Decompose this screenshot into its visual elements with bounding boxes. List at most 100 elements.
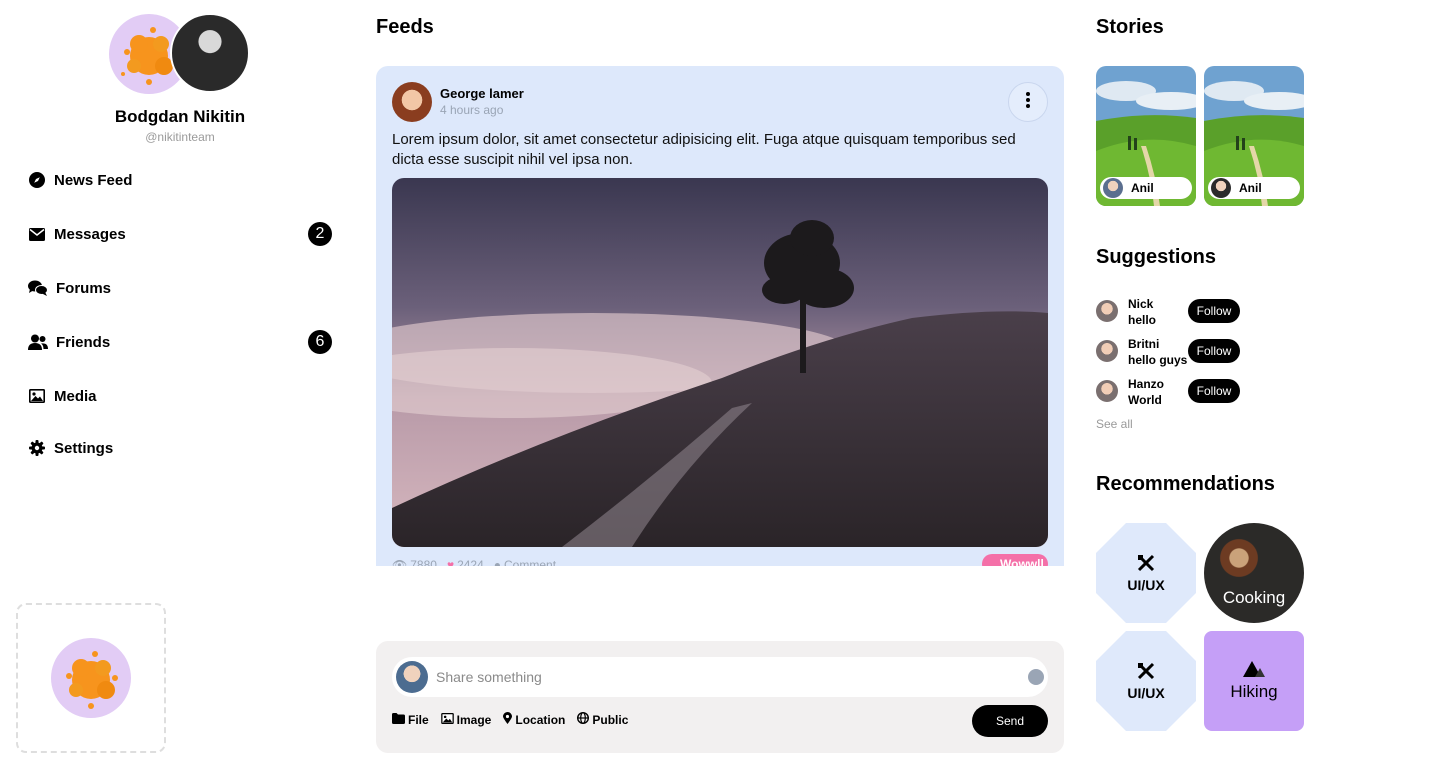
image-label: Image xyxy=(456,712,492,727)
emoji-icon[interactable] xyxy=(1028,669,1044,685)
wow-reaction-tag[interactable]: Wowwll xyxy=(982,554,1048,566)
story-card[interactable]: Anil xyxy=(1204,66,1304,206)
nav-item-forums[interactable]: Forums xyxy=(28,274,338,302)
send-button[interactable]: Send xyxy=(972,705,1048,737)
mountain-icon xyxy=(1243,660,1265,682)
comment-label: Comment xyxy=(504,558,557,566)
suggestion-name-line2: hello xyxy=(1128,313,1157,327)
suggestion-avatar[interactable] xyxy=(1096,340,1118,362)
post-card: George lamer 4 hours ago Lorem ipsum dol… xyxy=(376,66,1064,566)
nav-label: Forums xyxy=(56,279,112,297)
recommendation-tile-uiux[interactable]: UI/UX xyxy=(1096,523,1196,623)
add-location-button[interactable]: Location xyxy=(503,712,565,727)
recommendation-label: Cooking xyxy=(1222,588,1286,607)
story-label: Anil xyxy=(1100,177,1192,199)
share-input[interactable] xyxy=(436,665,1016,689)
recommendation-label: Hiking xyxy=(1230,681,1278,701)
nav-label: Settings xyxy=(54,439,114,457)
stories-title: Stories xyxy=(1096,16,1164,38)
pen-tools-icon xyxy=(1137,554,1155,577)
nav-label: Media xyxy=(54,387,97,405)
nav-item-news-feed[interactable]: News Feed xyxy=(28,166,338,194)
suggestion-name[interactable]: Hanzo World xyxy=(1128,376,1164,408)
composer-avatar xyxy=(396,661,428,693)
post-text: Lorem ipsum dolor, sit amet consectetur … xyxy=(392,131,1016,168)
attach-image-button[interactable]: Image xyxy=(440,712,492,727)
suggestion-name-line2: World xyxy=(1128,393,1162,407)
post-composer: File Image Location Public Send xyxy=(376,641,1064,753)
recommendations-title: Recommendations xyxy=(1096,473,1275,495)
feeds-title: Feeds xyxy=(376,16,434,38)
story-author-name: Anil xyxy=(1131,181,1154,195)
composer-input-wrap xyxy=(392,657,1048,697)
suggestion-item: Nick hello Follow xyxy=(1096,296,1246,328)
friends-count-badge: 6 xyxy=(308,330,332,354)
avatar-upload-box[interactable] xyxy=(16,603,166,753)
suggestion-name[interactable]: Nick hello xyxy=(1128,296,1156,328)
post-stats: 👁 7880 ♥ 2424 ● Comment xyxy=(392,558,556,566)
comment-icon: ● xyxy=(493,558,502,566)
suggestion-avatar[interactable] xyxy=(1096,380,1118,402)
nav-label: Friends xyxy=(56,333,111,351)
follow-button[interactable]: Follow xyxy=(1188,339,1240,363)
heart-icon: ♥ xyxy=(446,558,455,566)
likes-stat[interactable]: ♥ 2424 xyxy=(447,558,484,566)
post-author-avatar[interactable] xyxy=(392,82,432,122)
post-menu-button[interactable] xyxy=(1008,82,1048,122)
see-all-link[interactable]: See all xyxy=(1096,417,1133,431)
nav-item-messages[interactable]: Messages 2 xyxy=(28,220,338,248)
suggestion-name-line1: Britni xyxy=(1128,337,1160,351)
compass-icon xyxy=(28,171,46,189)
profile-name: Bodgdan Nikitin xyxy=(114,107,246,126)
suggestion-name-line1: Nick xyxy=(1128,297,1154,311)
suggestion-name-line2: hello guys xyxy=(1128,353,1188,367)
nav-label: News Feed xyxy=(54,171,133,189)
splash-avatar-preview xyxy=(51,638,131,718)
users-icon xyxy=(28,333,48,351)
recommendation-label: UI/UX xyxy=(1127,576,1165,593)
post-image[interactable] xyxy=(392,178,1048,547)
globe-icon xyxy=(577,711,590,727)
eye-icon: 👁 xyxy=(392,558,408,566)
comment-stat[interactable]: ● Comment xyxy=(494,558,556,566)
recommendation-label: UI/UX xyxy=(1127,684,1165,701)
follow-button[interactable]: Follow xyxy=(1188,379,1240,403)
nav-item-friends[interactable]: Friends 6 xyxy=(28,328,338,356)
attach-file-button[interactable]: File xyxy=(392,712,429,727)
kebab-menu-icon xyxy=(1026,91,1030,113)
story-author-name: Anil xyxy=(1239,181,1262,195)
story-author-avatar xyxy=(1211,178,1231,198)
image-icon xyxy=(28,387,46,405)
pen-tools-icon xyxy=(1137,662,1155,685)
follow-button[interactable]: Follow xyxy=(1188,299,1240,323)
suggestions-title: Suggestions xyxy=(1096,246,1217,268)
post-author-name[interactable]: George lamer xyxy=(440,86,524,101)
messages-count-badge: 2 xyxy=(308,222,332,246)
recommendation-tile-cooking[interactable]: Cooking xyxy=(1204,523,1304,623)
suggestion-avatar[interactable] xyxy=(1096,300,1118,322)
recommendation-tile-hiking[interactable]: Hiking xyxy=(1204,631,1304,731)
nav-label: Messages xyxy=(54,225,126,243)
views-count: 7880 xyxy=(410,558,437,566)
profile-handle: @nikitinteam xyxy=(145,130,215,144)
story-author-avatar xyxy=(1103,178,1123,198)
file-label: File xyxy=(408,712,429,727)
map-pin-icon xyxy=(503,712,513,727)
profile-avatars xyxy=(109,13,251,95)
envelope-icon xyxy=(28,225,46,243)
nav-item-media[interactable]: Media xyxy=(28,382,338,410)
story-card[interactable]: Anil xyxy=(1096,66,1196,206)
profile-photo-avatar[interactable] xyxy=(170,13,250,93)
suggestion-name-line1: Hanzo xyxy=(1128,377,1164,391)
suggestion-item: Britni hello guys Follow xyxy=(1096,336,1246,368)
nav-item-settings[interactable]: Settings xyxy=(28,434,338,462)
folder-icon xyxy=(392,712,405,727)
post-timestamp: 4 hours ago xyxy=(440,103,504,117)
image-icon xyxy=(440,712,454,727)
chat-bubbles-icon xyxy=(28,279,48,297)
recommendation-tile-uiux-2[interactable]: UI/UX xyxy=(1096,631,1196,731)
visibility-public-button[interactable]: Public xyxy=(577,711,628,727)
suggestion-name[interactable]: Britni hello guys xyxy=(1128,336,1187,368)
suggestion-item: Hanzo World Follow xyxy=(1096,376,1246,408)
story-label: Anil xyxy=(1208,177,1300,199)
